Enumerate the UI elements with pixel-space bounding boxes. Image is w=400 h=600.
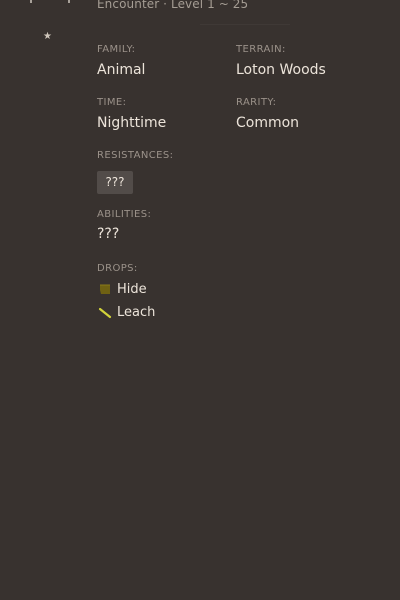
abilities-label: ABILITIES: (97, 209, 152, 220)
terrain-value: Loton Woods (236, 62, 326, 78)
subtitle-divider (200, 24, 290, 25)
drop-item-leach[interactable]: Leach (98, 303, 155, 321)
rarity-label: RARITY: (236, 97, 277, 108)
resistances-label: RESISTANCES: (97, 150, 174, 161)
hide-icon (100, 284, 110, 294)
time-label: TIME: (97, 97, 127, 108)
encounter-level-subtitle: Encounter · Level 1 ~ 25 (97, 0, 249, 11)
star-icon[interactable]: ★ (43, 31, 52, 43)
abilities-value: ??? (97, 226, 120, 242)
rarity-value: Common (236, 115, 300, 131)
resistance-chip[interactable]: ??? (97, 171, 133, 194)
drop-item-label: Hide (117, 281, 147, 297)
terrain-label: TERRAIN: (236, 44, 286, 55)
leach-icon (98, 307, 112, 319)
family-label: FAMILY: (97, 44, 136, 55)
drop-item-label: Leach (117, 304, 156, 320)
time-value: Nighttime (97, 115, 167, 131)
monster-detail-page: ★ Encounter · Level 1 ~ 25 FAMILY: Anima… (0, 0, 400, 600)
family-value: Animal (97, 62, 146, 78)
drops-label: DROPS: (97, 263, 138, 274)
drop-item-hide[interactable]: Hide (98, 280, 147, 298)
monster-icon (30, 0, 70, 3)
